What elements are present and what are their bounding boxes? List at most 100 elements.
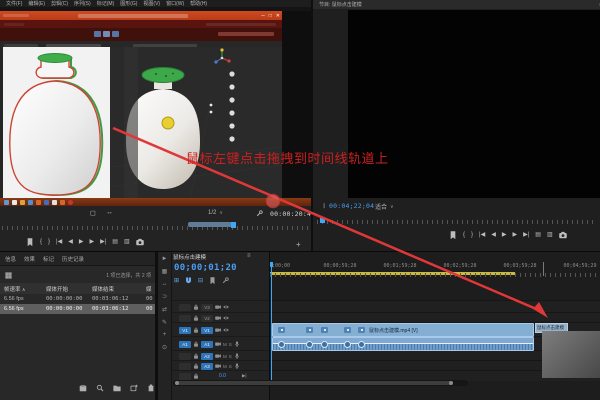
menu-item[interactable]: 标记(M): [97, 0, 115, 7]
project-tab-2[interactable]: 标记: [43, 255, 54, 263]
new-item-button[interactable]: [130, 384, 138, 392]
explorer-icon[interactable]: [20, 200, 25, 205]
lock-icon[interactable]: [193, 304, 199, 310]
clip-fx-badge[interactable]: [278, 327, 285, 333]
scrollbar-handle-left[interactable]: [175, 381, 179, 385]
menu-item[interactable]: 视图(V): [143, 0, 160, 7]
go-to-in-button[interactable]: |◀: [479, 232, 485, 238]
go-to-out-button[interactable]: ▶|: [100, 239, 106, 245]
track-target-toggle[interactable]: V1: [201, 327, 213, 334]
sync-lock-icon[interactable]: [215, 341, 221, 347]
volume-keyframe[interactable]: [344, 341, 351, 348]
maximize-button[interactable]: □: [269, 13, 272, 19]
app-white-icon[interactable]: [52, 200, 57, 205]
step-forward-button[interactable]: ▶: [89, 239, 94, 245]
video-clip[interactable]: 鼠标点击建模.mp4 [V]: [272, 323, 534, 337]
lock-icon[interactable]: [193, 373, 199, 379]
scrollbar-handle-right[interactable]: [449, 381, 453, 385]
menu-item[interactable]: 帮助(H): [190, 0, 207, 7]
step-forward-button[interactable]: ▶: [512, 232, 517, 238]
zoom-tool[interactable]: ⊙: [162, 344, 167, 351]
track-target-toggle[interactable]: V2: [201, 315, 213, 322]
browser-icon[interactable]: [28, 200, 33, 205]
master-volume[interactable]: 0.0: [219, 373, 226, 379]
playhead-line[interactable]: [271, 262, 272, 386]
app-blue-icon[interactable]: [44, 200, 49, 205]
menu-item[interactable]: 图形(G): [120, 0, 137, 7]
source-playhead[interactable]: [231, 222, 236, 228]
mic-icon[interactable]: [234, 353, 240, 359]
start-button[interactable]: [4, 200, 9, 205]
solo-toggle[interactable]: S: [229, 364, 232, 369]
lock-icon[interactable]: [193, 315, 199, 321]
source-patch[interactable]: [179, 304, 191, 311]
source-scrubber[interactable]: [0, 222, 311, 231]
track-target-toggle[interactable]: A2: [201, 353, 213, 360]
timeline-content[interactable]: ;00;0000;00;59;2800;01;59;2800;02;59;280…: [269, 252, 600, 400]
safe-margins-icon[interactable]: ◻: [90, 209, 96, 217]
track-select-tool[interactable]: ▦: [162, 268, 168, 275]
lock-icon[interactable]: [193, 327, 199, 333]
project-tab-0[interactable]: 信息: [5, 255, 16, 263]
fit-sequence-icon[interactable]: ▶|: [242, 373, 247, 379]
solo-toggle[interactable]: S: [229, 342, 232, 347]
slip-tool[interactable]: ⇄: [162, 306, 167, 313]
program-monitor-panel[interactable]: 节目: 鼠标点击建模 ≡ ❙ 00:04;22;04 适合 ∨ {}|◀◀▶▶▶…: [313, 0, 600, 251]
menu-item[interactable]: 编辑(E): [28, 0, 45, 7]
lock-icon[interactable]: [193, 341, 199, 347]
mic-icon[interactable]: [234, 363, 240, 369]
source-patch[interactable]: [179, 363, 191, 370]
app-orange-icon[interactable]: [36, 200, 41, 205]
playhead-handle[interactable]: [269, 262, 273, 267]
export-frame-button[interactable]: [559, 231, 567, 239]
audio-clip[interactable]: [272, 337, 534, 351]
volume-keyframe[interactable]: [278, 341, 285, 348]
play-button[interactable]: ▶: [79, 239, 84, 245]
panel-divider[interactable]: [311, 0, 313, 251]
program-tab[interactable]: 节目: 鼠标点击建模: [319, 1, 362, 8]
source-patch[interactable]: A1: [179, 341, 191, 348]
mute-toggle[interactable]: M: [223, 354, 227, 359]
find-button[interactable]: [96, 384, 104, 392]
menu-item[interactable]: 剪辑(C): [51, 0, 68, 7]
track-target-toggle[interactable]: A3: [201, 363, 213, 370]
add-marker-button[interactable]: [26, 238, 34, 246]
timeline-panel[interactable]: ►▦↔⊃⇄✎+⊙ 鼠标点击建模 ≡ 00;00;01;20 ⊞⊟ V3V2V1V…: [157, 252, 600, 400]
mark-in-button[interactable]: {: [463, 232, 465, 238]
solo-toggle[interactable]: S: [229, 354, 232, 359]
project-panel[interactable]: 信息效果标记历史记录» 1 项已选择，共 2 项 帧速率 ∧ 媒体开始 媒体结束…: [0, 252, 155, 400]
fit-dropdown[interactable]: 适合 ∨: [375, 202, 394, 211]
clip-fx-badge[interactable]: [306, 327, 313, 333]
menu-item[interactable]: 文件(F): [6, 0, 22, 7]
panel-divider[interactable]: [155, 252, 157, 400]
mark-out-button[interactable]: }: [48, 239, 50, 245]
export-frame-button[interactable]: [136, 238, 144, 246]
mute-toggle[interactable]: M: [223, 364, 227, 369]
mark-in-button[interactable]: {: [40, 239, 42, 245]
menu-item[interactable]: 窗口(W): [166, 0, 184, 7]
mark-out-button[interactable]: }: [471, 232, 473, 238]
mute-toggle[interactable]: M: [223, 342, 227, 347]
track-target-toggle[interactable]: A1: [201, 341, 213, 348]
sync-lock-icon[interactable]: [215, 363, 221, 369]
sync-lock-icon[interactable]: [215, 353, 221, 359]
panel-divider[interactable]: [0, 251, 600, 252]
program-scrubber[interactable]: [313, 217, 600, 225]
lift-button[interactable]: ▤: [535, 232, 541, 238]
recording-indicator[interactable]: [68, 200, 73, 205]
sync-lock-icon[interactable]: [215, 327, 221, 333]
sync-lock-icon[interactable]: [215, 304, 221, 310]
volume-keyframe[interactable]: [306, 341, 313, 348]
extract-button[interactable]: ▥: [124, 239, 130, 245]
hand-tool[interactable]: +: [163, 332, 167, 338]
volume-keyframe[interactable]: [358, 341, 365, 348]
step-back-button[interactable]: ◀: [68, 239, 73, 245]
lift-button[interactable]: ▤: [112, 239, 118, 245]
mic-icon[interactable]: [234, 341, 240, 347]
clear-button[interactable]: [147, 384, 155, 392]
project-tab-3[interactable]: 历史记录: [62, 255, 84, 263]
clip-fx-badge[interactable]: [358, 327, 365, 333]
track-target-toggle[interactable]: V3: [201, 304, 213, 311]
menu-item[interactable]: 序列(S): [74, 0, 91, 7]
razor-tool[interactable]: ⊃: [162, 293, 167, 300]
